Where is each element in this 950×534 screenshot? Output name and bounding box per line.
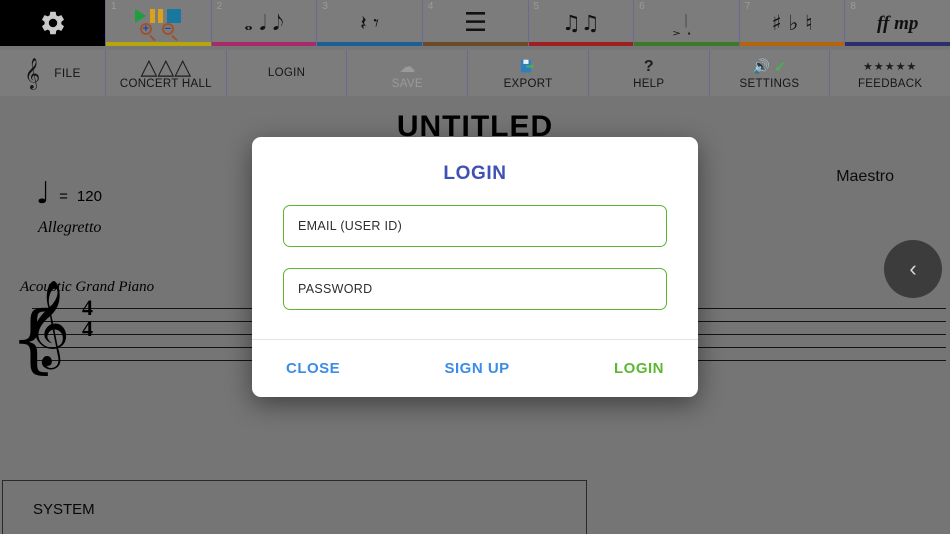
palette-tab-3[interactable]: 3 𝄽 𝄾 <box>316 0 422 46</box>
palette-tab-7[interactable]: 7 ♯ ♭ ♮ <box>738 0 845 46</box>
menu-item-label: FILE <box>54 66 81 80</box>
palette-tab-underline <box>422 42 528 46</box>
system-panel-label: SYSTEM <box>33 501 95 518</box>
staff-measures-icon: ☰ <box>464 8 487 38</box>
treble-clef-icon: 𝄞 <box>24 57 41 89</box>
system-panel[interactable]: SYSTEM <box>2 480 587 534</box>
menu-row: 𝄞 FILE △△△ CONCERT HALL LOGIN ☁ SAVE EXP… <box>0 50 950 96</box>
palette-tab-4[interactable]: 4 ☰ <box>421 0 528 46</box>
collapse-panel-button[interactable]: ‹ <box>884 240 942 298</box>
menu-item-label: FEEDBACK <box>857 78 923 90</box>
email-field[interactable]: EMAIL (USER ID) <box>283 205 667 247</box>
palette-tab-underline <box>739 42 845 46</box>
zoom-out-icon: − <box>161 22 178 41</box>
palette-tab-2[interactable]: 2 𝅝 𝅘𝅥 𝅘𝅥𝅮 <box>210 0 317 46</box>
floppy-export-icon <box>520 56 537 77</box>
palette-tab-number: 5 <box>533 1 540 12</box>
menu-item-feedback[interactable]: ★★★★★ FEEDBACK <box>829 50 950 96</box>
menu-item-file[interactable]: 𝄞 FILE <box>0 50 105 96</box>
rests-icon: 𝄽 𝄾 <box>360 10 379 35</box>
speaker-icon: 🔊 <box>752 58 770 74</box>
menu-item-label: HELP <box>633 78 665 90</box>
close-button[interactable]: CLOSE <box>286 360 340 377</box>
cloud-icon: ☁ <box>399 58 416 76</box>
time-signature-numerator: 4 <box>82 295 93 320</box>
palette-tab-number: 1 <box>111 1 117 12</box>
login-dialog-body: EMAIL (USER ID) PASSWORD <box>252 185 698 331</box>
tempo-note-icon: ♩ <box>36 176 51 211</box>
palette-tab-row: 1 + − 2 𝅝 𝅘𝅥 𝅘𝅥𝅮 3 𝄽 𝄾 4 ☰ 5 ♫♫ 6 𝅻 𝅥 𝅾 7 ♯… <box>0 0 950 46</box>
score-composer[interactable]: Maestro <box>836 168 894 186</box>
menu-item-export[interactable]: EXPORT <box>467 50 588 96</box>
time-signature-denominator: 4 <box>82 316 93 341</box>
dynamics-icon: ff mp <box>877 12 919 34</box>
chevron-left-icon: ‹ <box>909 256 917 281</box>
palette-tab-number: 4 <box>427 1 434 12</box>
palette-tab-6[interactable]: 6 𝅻 𝅥 𝅾 <box>633 0 739 46</box>
menu-item-help[interactable]: ? HELP <box>587 50 709 96</box>
question-mark-icon: ? <box>643 57 654 75</box>
palette-tab-number: 6 <box>639 1 645 12</box>
login-dialog: LOGIN EMAIL (USER ID) PASSWORD CLOSE SIG… <box>252 137 698 397</box>
palette-tab-5[interactable]: 5 ♫♫ <box>527 0 634 46</box>
menu-item-label: SAVE <box>391 78 423 90</box>
tempo-word[interactable]: Allegretto <box>38 219 102 237</box>
check-icon: ✓ <box>773 58 787 76</box>
menu-item-label: SETTINGS <box>739 78 800 90</box>
password-field-placeholder: PASSWORD <box>298 282 373 296</box>
menu-item-save[interactable]: ☁ SAVE <box>346 50 468 96</box>
password-field[interactable]: PASSWORD <box>283 268 667 310</box>
palette-tab-underline <box>634 42 739 46</box>
palette-tab-underline <box>211 42 317 46</box>
tempo-equals: = <box>59 187 68 205</box>
settings-gear-button[interactable] <box>0 0 105 46</box>
pause-icon <box>150 8 164 23</box>
stop-icon <box>167 8 182 23</box>
top-toolbar: 1 + − 2 𝅝 𝅘𝅥 𝅘𝅥𝅮 3 𝄽 𝄾 4 ☰ 5 ♫♫ 6 𝅻 𝅥 𝅾 7 ♯… <box>0 0 950 96</box>
menu-item-concert-hall[interactable]: △△△ CONCERT HALL <box>105 50 226 96</box>
opera-house-icon: △△△ <box>140 53 192 79</box>
accidentals-icon: ♯ ♭ ♮ <box>771 10 813 35</box>
login-button[interactable]: LOGIN <box>614 360 664 377</box>
menu-item-label: EXPORT <box>503 78 553 90</box>
tempo-marking[interactable]: ♩ = 120 Allegretto <box>36 176 102 237</box>
treble-clef-icon: 𝄞 <box>26 280 70 366</box>
palette-tab-number: 3 <box>322 1 328 12</box>
gear-icon <box>41 11 64 35</box>
beamed-notes-icon: ♫♫ <box>561 10 600 35</box>
menu-item-label: LOGIN <box>267 67 306 79</box>
five-stars-icon: ★★★★★ <box>863 61 918 73</box>
palette-tab-number: 7 <box>744 1 751 12</box>
tempo-bpm-value[interactable]: 120 <box>77 188 102 205</box>
palette-tab-underline <box>317 42 422 46</box>
menu-item-login[interactable]: LOGIN <box>225 50 347 96</box>
note-durations-icon: 𝅝 𝅘𝅥 𝅘𝅥𝅮 <box>244 10 284 35</box>
login-dialog-footer: CLOSE SIGN UP LOGIN <box>252 339 698 397</box>
time-signature[interactable]: 4 4 <box>82 295 93 341</box>
login-dialog-title: LOGIN <box>443 163 507 184</box>
email-field-placeholder: EMAIL (USER ID) <box>298 219 403 233</box>
palette-tab-number: 8 <box>850 1 856 12</box>
palette-tab-underline <box>845 42 950 46</box>
app-root: UNTITLED Maestro ♩ = 120 Allegretto Acou… <box>0 0 950 534</box>
menu-item-label: CONCERT HALL <box>119 78 212 90</box>
palette-tab-number: 2 <box>216 1 223 12</box>
menu-item-settings[interactable]: 🔊 ✓ SETTINGS <box>708 50 830 96</box>
speaker-check-icon: 🔊 ✓ <box>752 56 786 77</box>
play-icon <box>135 8 147 23</box>
articulations-icon: 𝅻 𝅥 𝅾 <box>680 10 693 35</box>
sign-up-button[interactable]: SIGN UP <box>445 360 510 377</box>
transport-controls-icon: + − <box>135 8 182 41</box>
palette-tab-underline <box>528 42 634 46</box>
zoom-in-icon: + <box>139 22 156 41</box>
palette-tab-1[interactable]: 1 + − <box>105 0 211 46</box>
palette-tab-8[interactable]: 8 ff mp <box>844 0 950 46</box>
palette-tab-underline <box>106 42 211 46</box>
